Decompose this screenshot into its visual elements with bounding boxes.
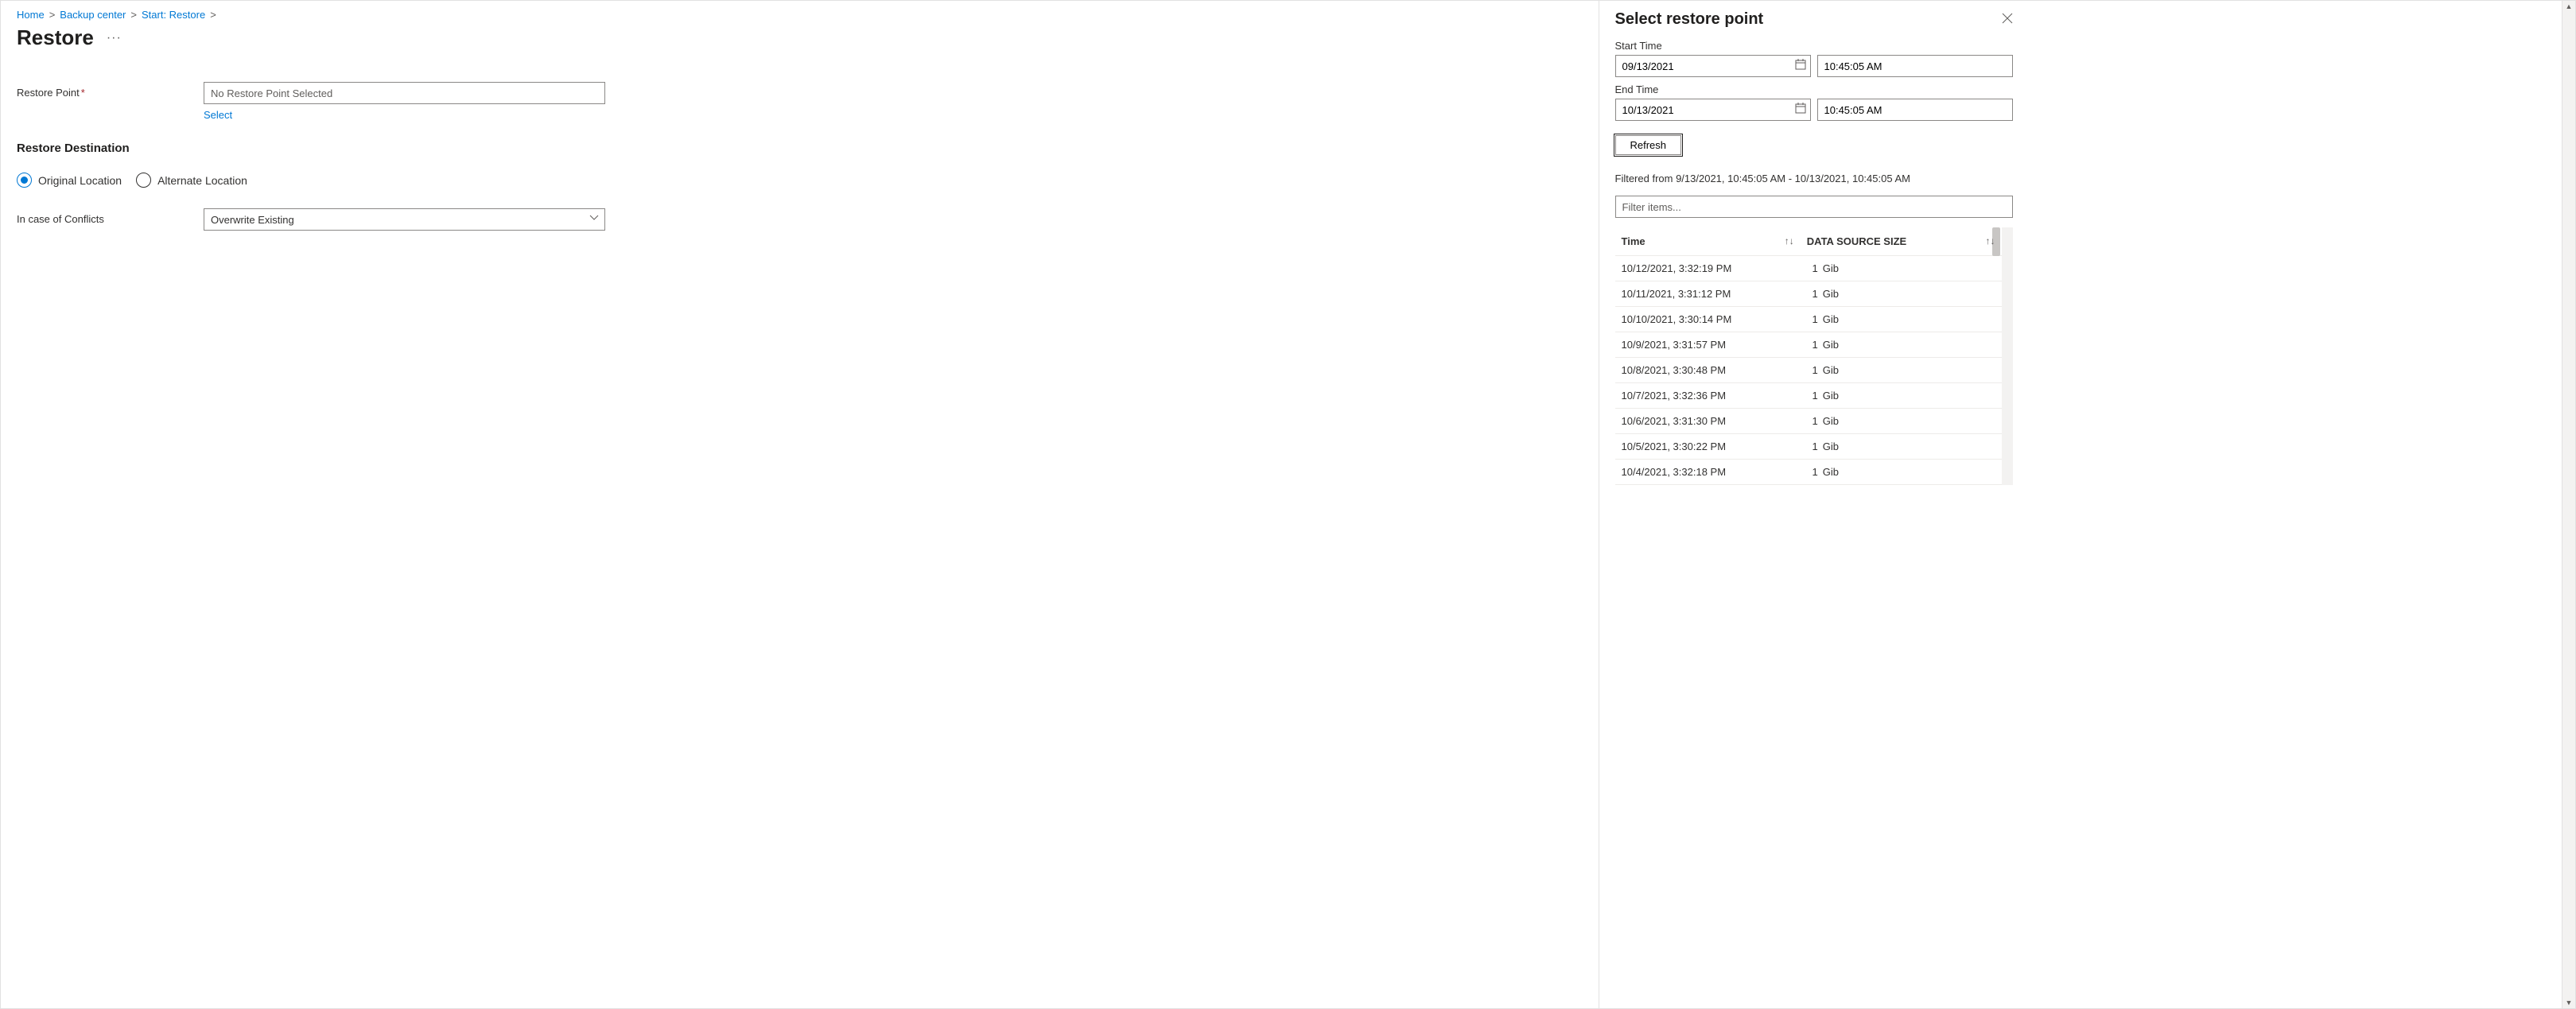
page-title: Restore — [17, 25, 94, 50]
table-row[interactable]: 10/11/2021, 3:31:12 PM1Gib — [1615, 281, 2002, 307]
panel-scrollbar[interactable]: ▲ ▼ — [2562, 1, 2575, 1008]
panel-title: Select restore point — [1615, 10, 1764, 29]
start-time-label: Start Time — [1615, 40, 2013, 52]
conflicts-value: Overwrite Existing — [211, 214, 294, 226]
start-date-input[interactable] — [1615, 55, 1811, 77]
table-row[interactable]: 10/9/2021, 3:31:57 PM1Gib — [1615, 332, 2002, 358]
cell-time: 10/11/2021, 3:31:12 PM — [1615, 281, 1801, 307]
breadcrumb-backup-center[interactable]: Backup center — [60, 9, 126, 21]
chevron-right-icon: > — [130, 9, 137, 21]
close-button[interactable] — [2002, 13, 2013, 26]
cell-time: 10/9/2021, 3:31:57 PM — [1615, 332, 1801, 358]
cell-size: 1Gib — [1801, 383, 2002, 409]
cell-size: 1Gib — [1801, 460, 2002, 485]
restore-point-input[interactable] — [204, 82, 605, 104]
radio-alternate-location[interactable]: Alternate Location — [136, 173, 247, 188]
cell-size: 1Gib — [1801, 358, 2002, 383]
table-row[interactable]: 10/8/2021, 3:30:48 PM1Gib — [1615, 358, 2002, 383]
cell-size: 1Gib — [1801, 332, 2002, 358]
conflicts-label: In case of Conflicts — [17, 208, 204, 225]
calendar-icon[interactable] — [1795, 103, 1806, 116]
select-restore-point-panel: Select restore point Start Time — [1599, 1, 2029, 1008]
cell-size: 1Gib — [1801, 434, 2002, 460]
scroll-down-icon: ▼ — [2566, 997, 2573, 1008]
cell-time: 10/8/2021, 3:30:48 PM — [1615, 358, 1801, 383]
end-time-label: End Time — [1615, 83, 2013, 95]
chevron-right-icon: > — [210, 9, 216, 21]
calendar-icon[interactable] — [1795, 59, 1806, 72]
radio-original-location[interactable]: Original Location — [17, 173, 122, 188]
cell-time: 10/6/2021, 3:31:30 PM — [1615, 409, 1801, 434]
filter-items-input[interactable] — [1615, 196, 2013, 218]
radio-original-label: Original Location — [38, 174, 122, 187]
table-row[interactable]: 10/7/2021, 3:32:36 PM1Gib — [1615, 383, 2002, 409]
select-restore-point-link[interactable]: Select — [204, 109, 232, 121]
main-content: Home > Backup center > Start: Restore > … — [1, 1, 1599, 1008]
col-size-header[interactable]: DATA SOURCE SIZE ↑↓ — [1801, 227, 2002, 256]
sort-icon: ↑↓ — [1986, 235, 1995, 246]
close-icon — [2002, 13, 2013, 24]
table-row[interactable]: 10/5/2021, 3:30:22 PM1Gib — [1615, 434, 2002, 460]
scroll-up-icon: ▲ — [2566, 1, 2573, 12]
restore-destination-heading: Restore Destination — [17, 142, 1583, 155]
radio-unchecked-icon — [136, 173, 151, 188]
refresh-button[interactable]: Refresh — [1615, 135, 1682, 155]
start-time-input[interactable] — [1817, 55, 2013, 77]
conflicts-select[interactable]: Overwrite Existing — [204, 208, 605, 231]
radio-alternate-label: Alternate Location — [157, 174, 247, 187]
restore-points-table: Time ↑↓ DATA SOURCE SIZE ↑↓ 10/12/202 — [1615, 227, 2002, 485]
cell-time: 10/12/2021, 3:32:19 PM — [1615, 256, 1801, 281]
breadcrumb: Home > Backup center > Start: Restore > — [17, 9, 1583, 21]
cell-time: 10/4/2021, 3:32:18 PM — [1615, 460, 1801, 485]
cell-size: 1Gib — [1801, 409, 2002, 434]
filter-summary: Filtered from 9/13/2021, 10:45:05 AM - 1… — [1615, 173, 2013, 184]
chevron-down-icon — [589, 213, 599, 225]
end-date-input[interactable] — [1615, 99, 1811, 121]
table-row[interactable]: 10/12/2021, 3:32:19 PM1Gib — [1615, 256, 2002, 281]
cell-time: 10/5/2021, 3:30:22 PM — [1615, 434, 1801, 460]
cell-time: 10/10/2021, 3:30:14 PM — [1615, 307, 1801, 332]
breadcrumb-start-restore[interactable]: Start: Restore — [142, 9, 205, 21]
restore-point-label: Restore Point* — [17, 82, 204, 99]
breadcrumb-home[interactable]: Home — [17, 9, 45, 21]
col-time-header[interactable]: Time ↑↓ — [1615, 227, 1801, 256]
cell-size: 1Gib — [1801, 256, 2002, 281]
table-row[interactable]: 10/6/2021, 3:31:30 PM1Gib — [1615, 409, 2002, 434]
cell-size: 1Gib — [1801, 307, 2002, 332]
cell-time: 10/7/2021, 3:32:36 PM — [1615, 383, 1801, 409]
sort-icon: ↑↓ — [1785, 235, 1794, 246]
table-row[interactable]: 10/4/2021, 3:32:18 PM1Gib — [1615, 460, 2002, 485]
radio-checked-icon — [17, 173, 32, 188]
table-row[interactable]: 10/10/2021, 3:30:14 PM1Gib — [1615, 307, 2002, 332]
cell-size: 1Gib — [1801, 281, 2002, 307]
end-time-input[interactable] — [1817, 99, 2013, 121]
more-actions-button[interactable]: ··· — [107, 31, 122, 45]
chevron-right-icon: > — [49, 9, 56, 21]
